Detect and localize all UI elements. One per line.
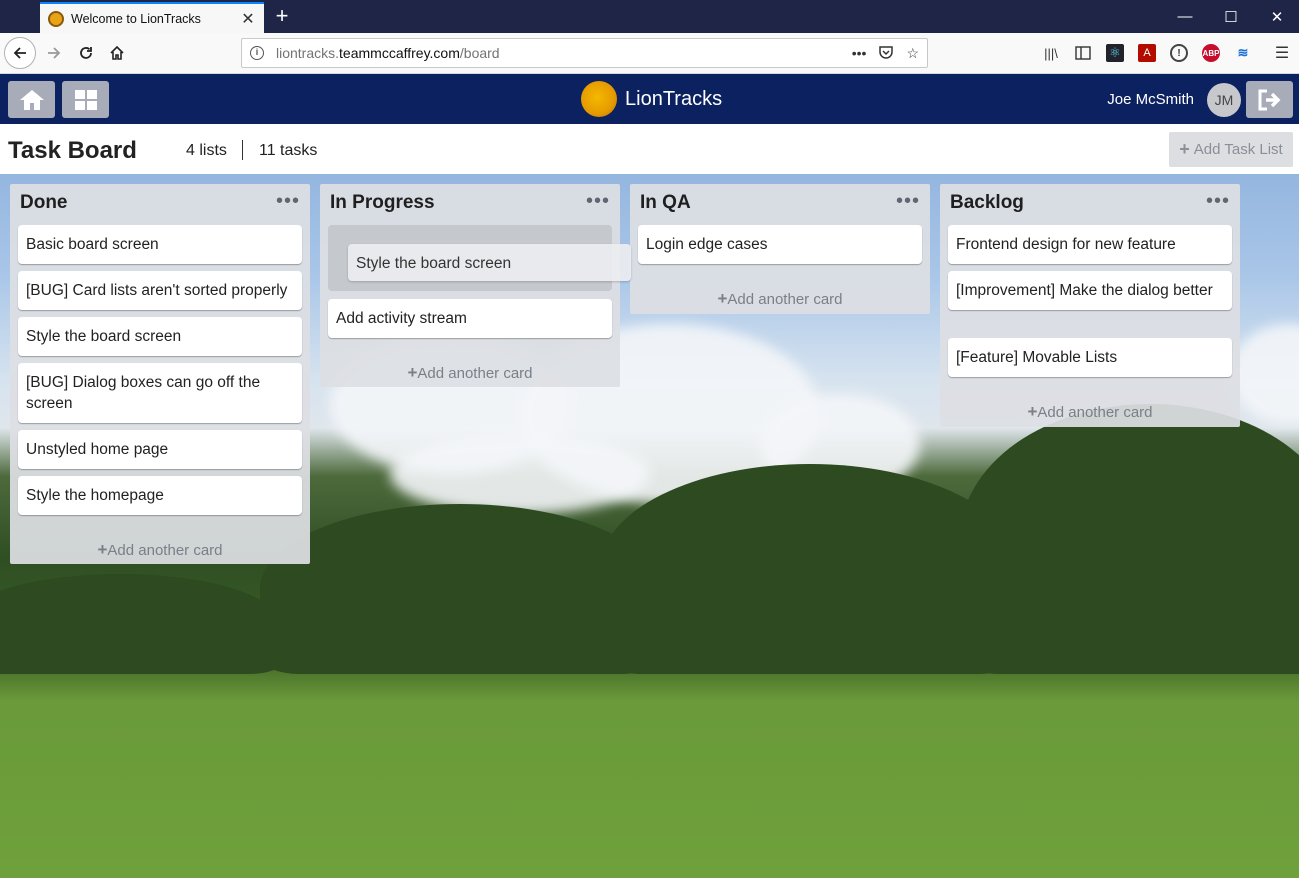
react-devtools-icon[interactable]: ⚛ — [1106, 44, 1124, 62]
task-list-backlog: Backlog ••• Frontend design for new feat… — [940, 184, 1240, 427]
stats-divider — [242, 140, 243, 160]
close-window-button[interactable]: ✕ — [1254, 0, 1299, 33]
pocket-icon[interactable] — [878, 44, 894, 63]
hamburger-menu-icon[interactable]: ☰ — [1273, 44, 1291, 62]
site-info-icon[interactable]: i — [250, 46, 264, 60]
plus-icon: + — [1027, 402, 1038, 421]
minimize-window-button[interactable]: — — [1162, 0, 1208, 33]
url-bar[interactable]: i liontracks.teammccaffrey.com/board •••… — [241, 38, 928, 68]
add-card-button[interactable]: +Add another card — [940, 402, 1240, 422]
pdf-extension-icon[interactable]: A — [1138, 44, 1156, 62]
add-card-label: Add another card — [417, 365, 533, 382]
sidebar-icon[interactable] — [1074, 44, 1092, 62]
plus-icon: + — [1179, 139, 1190, 159]
add-card-label: Add another card — [107, 542, 223, 559]
list-menu-icon[interactable]: ••• — [586, 190, 610, 213]
tab-title: Welcome to LionTracks — [71, 11, 201, 26]
password-extension-icon[interactable]: ! — [1170, 44, 1188, 62]
add-card-button[interactable]: +Add another card — [320, 363, 620, 383]
add-task-list-button[interactable]: + Add Task List — [1169, 132, 1293, 167]
add-card-label: Add another card — [727, 291, 843, 308]
lists-count: 4 lists — [186, 142, 227, 159]
back-arrow-icon — [13, 47, 26, 59]
dragging-task-card[interactable]: Style the board screen — [348, 244, 631, 281]
task-list-done: Done ••• Basic board screen [BUG] Card l… — [10, 184, 310, 564]
list-menu-icon[interactable]: ••• — [1206, 190, 1230, 213]
new-tab-button[interactable]: + — [270, 4, 294, 28]
task-card[interactable]: Style the homepage — [18, 476, 302, 515]
board-subheader: Task Board 4 lists 11 tasks + Add Task L… — [0, 124, 1299, 174]
brand[interactable]: LionTracks — [581, 81, 722, 117]
bookmark-star-icon[interactable]: ☆ — [906, 45, 919, 62]
task-card[interactable]: [BUG] Dialog boxes can go off the screen — [18, 363, 302, 423]
add-task-list-label: Add Task List — [1193, 141, 1283, 158]
user-name[interactable]: Joe McSmith — [1107, 91, 1194, 108]
sign-out-icon — [1258, 89, 1280, 110]
task-card[interactable]: Add activity stream — [328, 299, 612, 338]
url-text: liontracks.teammccaffrey.com/board — [276, 45, 500, 61]
page-actions-icon[interactable]: ••• — [852, 45, 867, 61]
list-title: In Progress — [330, 192, 435, 213]
browser-tab-bar: Welcome to LionTracks ✕ + — ☐ ✕ — [0, 0, 1299, 33]
logout-button[interactable] — [1246, 81, 1293, 118]
add-card-label: Add another card — [1037, 404, 1153, 421]
list-title: Backlog — [950, 192, 1024, 213]
reload-button[interactable] — [70, 37, 102, 69]
boards-nav-button[interactable] — [62, 81, 109, 118]
browser-tab[interactable]: Welcome to LionTracks ✕ — [40, 2, 264, 33]
browser-nav-bar: i liontracks.teammccaffrey.com/board •••… — [0, 33, 1299, 74]
home-nav-button[interactable] — [8, 81, 55, 118]
task-list-in-qa: In QA ••• Login edge cases +Add another … — [630, 184, 930, 314]
home-icon — [110, 45, 124, 60]
forward-arrow-icon — [48, 47, 61, 59]
task-card[interactable]: [Feature] Movable Lists — [948, 338, 1232, 377]
close-tab-icon[interactable]: ✕ — [240, 9, 256, 29]
liontracks-favicon-icon — [48, 10, 64, 27]
list-title: Done — [20, 192, 68, 213]
task-card[interactable]: Login edge cases — [638, 225, 922, 264]
add-card-button[interactable]: +Add another card — [630, 289, 930, 309]
adblock-plus-icon[interactable]: ABP — [1202, 44, 1220, 62]
translate-extension-icon[interactable]: ≋ — [1234, 44, 1252, 62]
app-header: LionTracks Joe McSmith — [0, 74, 1299, 124]
plus-icon: + — [407, 363, 418, 382]
task-card[interactable]: Frontend design for new feature — [948, 225, 1232, 264]
tasks-count: 11 tasks — [259, 142, 318, 159]
add-card-button[interactable]: +Add another card — [10, 540, 310, 560]
page-title: Task Board — [8, 137, 137, 164]
grid-icon — [74, 89, 97, 110]
plus-icon: + — [717, 289, 728, 308]
list-title: In QA — [640, 192, 691, 213]
plus-icon: + — [97, 540, 108, 559]
library-icon[interactable]: |||\ — [1042, 44, 1060, 62]
reload-icon — [80, 47, 92, 59]
lion-logo-icon — [581, 81, 617, 117]
maximize-window-button[interactable]: ☐ — [1208, 0, 1254, 33]
brand-name: LionTracks — [625, 87, 723, 110]
home-button[interactable] — [101, 37, 133, 69]
house-icon — [19, 89, 44, 110]
avatar[interactable]: JM — [1207, 83, 1241, 117]
back-button[interactable] — [4, 37, 36, 69]
list-menu-icon[interactable]: ••• — [896, 190, 920, 213]
forward-button[interactable] — [38, 37, 70, 69]
task-card[interactable]: Basic board screen — [18, 225, 302, 264]
task-list-in-progress: In Progress ••• Add activity stream +Add… — [320, 184, 620, 387]
task-card[interactable]: [Improvement] Make the dialog better — [948, 271, 1232, 310]
task-card[interactable]: Unstyled home page — [18, 430, 302, 469]
task-card[interactable]: [BUG] Card lists aren't sorted properly — [18, 271, 302, 310]
task-card[interactable]: Style the board screen — [18, 317, 302, 356]
list-menu-icon[interactable]: ••• — [276, 190, 300, 213]
